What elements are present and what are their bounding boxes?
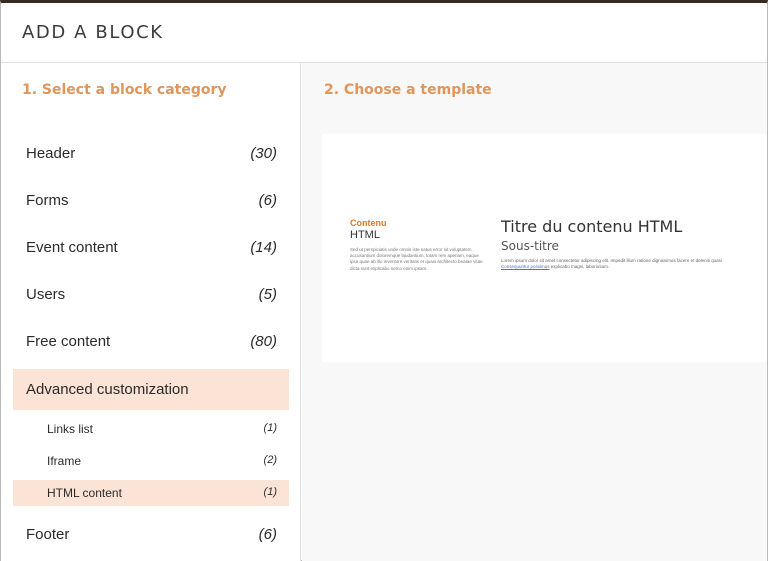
category-label: Advanced customization: [26, 381, 189, 398]
category-label: Event content: [26, 239, 118, 256]
subcategory-label: Links list: [47, 422, 94, 436]
category-forms[interactable]: Forms (6): [13, 178, 289, 225]
category-header[interactable]: Header (30): [13, 131, 289, 178]
subcategory-iframe[interactable]: Iframe (2): [13, 448, 289, 474]
category-label: Footer: [26, 526, 70, 543]
template-left-body: Sed ut perspiciatis unde omnis iste natu…: [350, 247, 483, 271]
category-count: (6): [258, 192, 277, 209]
category-count: (80): [250, 333, 277, 350]
template-heading: Titre du contenu HTML: [501, 217, 683, 236]
step-1-title: 1. Select a block category: [22, 82, 227, 98]
template-preview-right: Titre du contenu HTML Sous-titre Lorem i…: [501, 217, 753, 270]
template-preview-left: Contenu HTML Sed ut perspiciatis unde om…: [350, 218, 490, 272]
template-subheading: Sous-titre: [501, 239, 559, 253]
template-html-content-card[interactable]: Contenu HTML Sed ut perspiciatis unde om…: [322, 134, 767, 362]
step-2-title: 2. Choose a template: [324, 82, 492, 98]
template-body-text: Lorem ipsum dolor sit amet consectetur a…: [501, 258, 751, 270]
template-panel: 2. Choose a template Contenu HTML Sed ut…: [302, 63, 767, 561]
category-label: Header: [26, 145, 76, 162]
template-text-after-link: explicabo magni, laboriosam.: [549, 264, 610, 270]
add-block-modal: ADD A BLOCK 1. Select a block category H…: [0, 0, 768, 561]
template-link: Consequuntur possimus: [501, 264, 550, 270]
category-count: (14): [250, 239, 277, 256]
subcategory-count: (2): [263, 454, 277, 466]
subcategory-label: HTML content: [47, 486, 122, 500]
subcategory-count: (1): [263, 486, 277, 498]
subcategory-html-content[interactable]: HTML content (1): [13, 480, 289, 506]
category-free-content[interactable]: Free content (80): [13, 319, 289, 366]
subcategory-count: (1): [263, 422, 277, 434]
category-label: Forms: [26, 192, 69, 209]
template-text-before-link: Lorem ipsum dolor sit amet consectetur a…: [501, 258, 722, 263]
category-footer[interactable]: Footer (6): [13, 512, 289, 559]
category-count: (5): [258, 286, 277, 303]
modal-title: ADD A BLOCK: [22, 22, 164, 43]
modal-header: ADD A BLOCK: [1, 3, 767, 63]
category-users[interactable]: Users (5): [13, 272, 289, 319]
category-label: Free content: [26, 333, 111, 350]
category-event-content[interactable]: Event content (14): [13, 225, 289, 272]
template-kicker: Contenu: [350, 218, 387, 228]
category-list: Header (30) Forms (6) Event content (14)…: [13, 131, 289, 559]
template-left-title: HTML: [350, 229, 380, 241]
category-count: (6): [258, 526, 277, 543]
subcategory-label: Iframe: [47, 454, 82, 468]
category-panel: 1. Select a block category Header (30) F…: [1, 63, 301, 561]
category-count: (30): [250, 145, 277, 162]
category-label: Users: [26, 286, 66, 303]
category-advanced-customization[interactable]: Advanced customization: [13, 369, 289, 410]
subcategory-links-list[interactable]: Links list (1): [13, 416, 289, 442]
